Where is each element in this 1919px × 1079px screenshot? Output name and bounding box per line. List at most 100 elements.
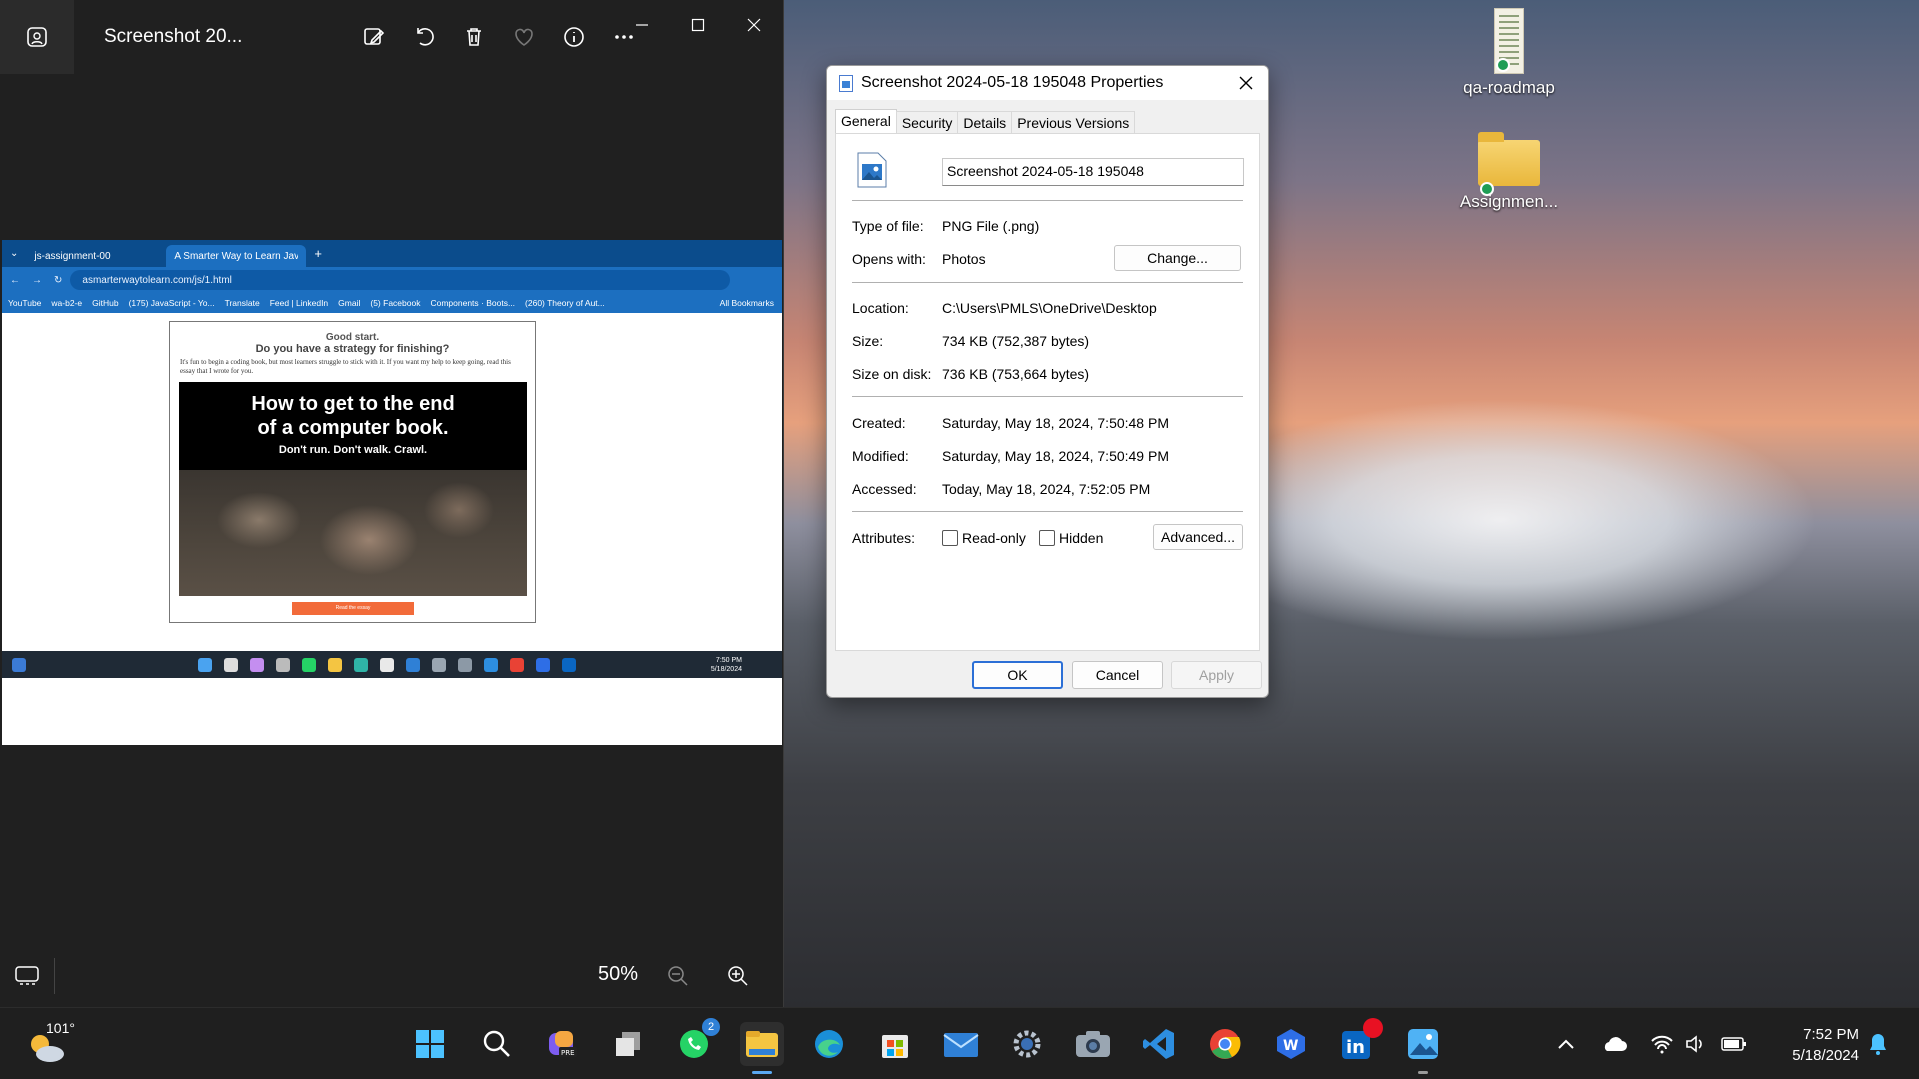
ok-button[interactable]: OK <box>972 661 1063 689</box>
accessed-label: Accessed: <box>852 481 917 497</box>
onedrive-button[interactable] <box>1600 1030 1628 1058</box>
wps-icon: W <box>1277 1029 1305 1059</box>
essay-hero: How to get to the end of a computer book… <box>179 382 527 596</box>
inner-taskbar: 7:50 PM 5/18/2024 <box>2 651 782 678</box>
tab-label: A Smarter Way to Learn JavaSc <box>174 250 299 262</box>
settings-button[interactable] <box>1005 1022 1049 1066</box>
wps-button[interactable]: W <box>1269 1022 1313 1066</box>
desktop-icon-label: qa-roadmap <box>1463 78 1555 97</box>
camera-icon <box>1076 1031 1110 1057</box>
zoom-in-button[interactable] <box>726 964 750 993</box>
heart-icon <box>515 28 533 46</box>
maximize-icon <box>691 18 705 32</box>
url-text: asmarterwaytolearn.com/js/1.html <box>82 274 232 286</box>
task-view-button[interactable] <box>606 1022 650 1066</box>
bookmark-item: GitHub <box>92 298 119 308</box>
linkedin-button[interactable]: in <box>1335 1018 1383 1066</box>
hidden-label: Hidden <box>1059 530 1104 546</box>
wifi-icon <box>1651 1035 1673 1054</box>
tab-details[interactable]: Details <box>957 111 1013 133</box>
camera-button[interactable] <box>1071 1022 1115 1066</box>
bookmark-item: (5) Facebook <box>370 298 421 308</box>
bookmark-item: YouTube <box>8 298 42 308</box>
zoom-out-button[interactable] <box>666 964 690 993</box>
photos-button[interactable] <box>1401 1022 1445 1074</box>
mail-icon <box>943 1033 979 1057</box>
change-button[interactable]: Change... <box>1114 245 1241 271</box>
trash-icon <box>467 28 481 46</box>
chevron-up-icon <box>1558 1039 1574 1049</box>
filename-field[interactable]: Screenshot 2024-05-18 195048 <box>942 158 1244 186</box>
weather-widget[interactable]: 101° <box>22 1018 82 1070</box>
battery-button[interactable] <box>1720 1030 1748 1058</box>
file-explorer-button[interactable] <box>740 1022 784 1074</box>
sync-status-icon <box>1496 58 1510 72</box>
vscode-button[interactable] <box>1137 1022 1181 1066</box>
separator <box>852 396 1243 397</box>
dialog-tabs: General Security Details Previous Versio… <box>835 109 1136 133</box>
apply-button[interactable]: Apply <box>1171 661 1262 689</box>
bookmark-item: Translate <box>224 298 260 308</box>
start-button[interactable] <box>408 1022 452 1066</box>
hidden-checkbox[interactable]: Hidden <box>1039 530 1103 546</box>
clock-date: 5/18/2024 <box>1792 1047 1859 1064</box>
desktop-icon-label: Assignmen... <box>1459 192 1559 211</box>
browser-tab-active: A Smarter Way to Learn JavaSc <box>166 245 307 267</box>
search-button[interactable] <box>475 1022 519 1066</box>
inner-clock-time: 7:50 PM <box>715 656 742 664</box>
browser-tab: js-assignment-00 <box>26 245 166 267</box>
store-button[interactable] <box>873 1022 917 1066</box>
notifications-button[interactable] <box>1864 1030 1892 1058</box>
photos-app-icon[interactable] <box>0 0 74 74</box>
image-file-icon <box>839 74 853 92</box>
desktop-icon-assignments[interactable]: Assignmen... <box>1454 132 1564 212</box>
dialog-close-button[interactable] <box>1232 70 1260 96</box>
tab-security[interactable]: Security <box>895 111 959 133</box>
close-button[interactable] <box>720 0 788 50</box>
edit-image-icon <box>364 28 385 45</box>
zoom-level: 50% <box>598 963 639 985</box>
reload-icon: ↻ <box>54 274 63 286</box>
filmstrip-button[interactable] <box>14 964 40 991</box>
location-label: Location: <box>852 300 909 316</box>
readonly-checkbox[interactable]: Read-only <box>942 530 1026 546</box>
bookmark-item: Feed | LinkedIn <box>269 298 329 308</box>
browser-page: Good start. Do you have a strategy for f… <box>2 313 782 651</box>
photos-title: Screenshot 20... <box>104 26 243 47</box>
cancel-button[interactable]: Cancel <box>1072 661 1163 689</box>
network-button[interactable] <box>1648 1030 1676 1058</box>
desktop-icon-qa-roadmap[interactable]: qa-roadmap <box>1454 8 1564 98</box>
bookmarks-bar: YouTube wa-b2-e GitHub (175) JavaScript … <box>2 293 782 313</box>
file-type-icon <box>857 152 887 188</box>
size-on-disk-value: 736 KB (753,664 bytes) <box>942 366 1090 382</box>
whatsapp-badge: 2 <box>702 1018 720 1036</box>
weather-temp: 101° <box>46 1020 75 1036</box>
gear-icon <box>1013 1030 1041 1058</box>
copilot-icon: PRE <box>549 1031 577 1057</box>
created-value: Saturday, May 18, 2024, 7:50:48 PM <box>942 415 1169 431</box>
photos-window: Screenshot 20... ⌄ js-assignment-00 A Sm… <box>0 0 784 1007</box>
start-icon <box>198 657 212 672</box>
minimize-icon <box>636 24 648 26</box>
show-hidden-icons-button[interactable] <box>1552 1030 1580 1058</box>
volume-button[interactable] <box>1682 1030 1710 1058</box>
chrome-icon <box>1210 1029 1241 1059</box>
checkbox-box <box>1039 530 1055 546</box>
running-indicator <box>1418 1071 1428 1074</box>
advanced-button[interactable]: Advanced... <box>1153 524 1243 550</box>
separator <box>852 200 1243 201</box>
windows-icon <box>416 1030 444 1058</box>
mail-button[interactable] <box>939 1022 983 1066</box>
tab-general[interactable]: General <box>835 109 897 133</box>
chrome-button[interactable] <box>1203 1022 1247 1066</box>
type-value: PNG File (.png) <box>942 218 1040 234</box>
edge-button[interactable] <box>807 1022 851 1066</box>
copilot-button[interactable]: PRE <box>540 1022 584 1066</box>
tab-previous-versions[interactable]: Previous Versions <box>1011 111 1136 133</box>
system-clock[interactable]: 7:52 PM 5/18/2024 <box>1792 1024 1859 1066</box>
bell-icon <box>1870 1034 1886 1055</box>
weather-icon <box>12 657 26 672</box>
rotate-icon <box>417 28 434 46</box>
browser-url-field: asmarterwaytolearn.com/js/1.html <box>70 270 731 290</box>
whatsapp-button[interactable]: 2 <box>672 1018 720 1066</box>
